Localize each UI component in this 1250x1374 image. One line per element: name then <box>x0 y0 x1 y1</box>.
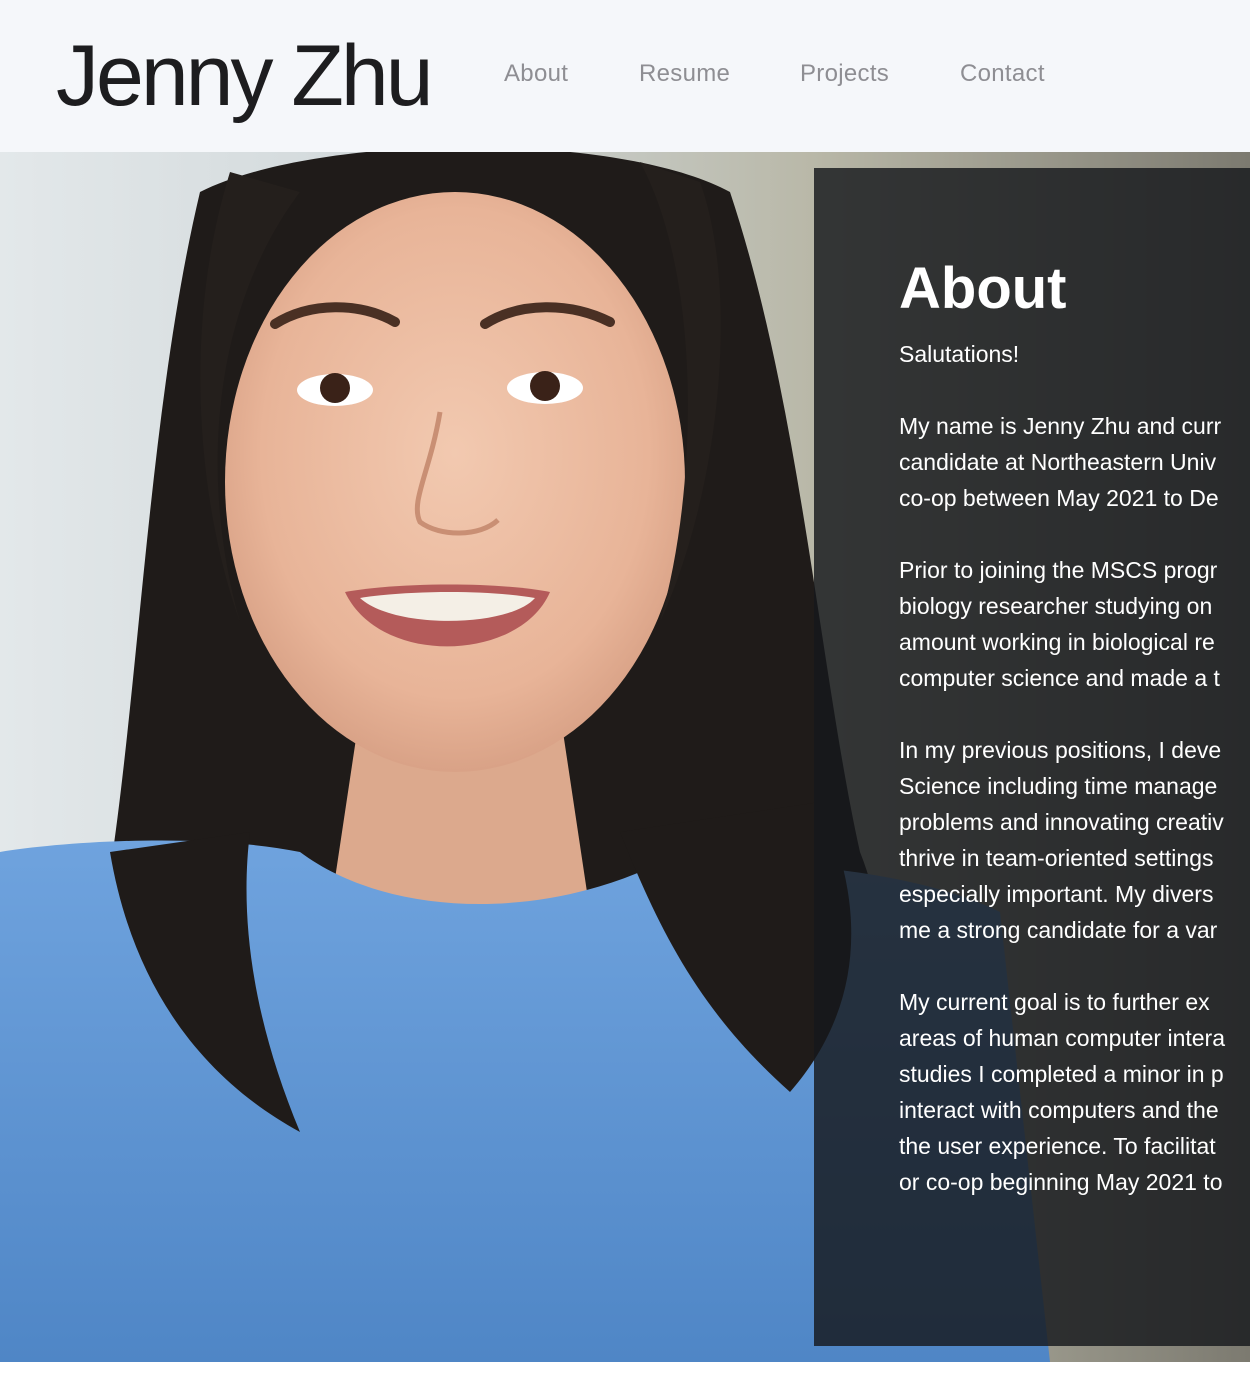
paragraph-line: My current goal is to further ex <box>899 989 1210 1015</box>
paragraph-line: candidate at Northeastern Univ <box>899 449 1217 475</box>
paragraph-line: studies I completed a minor in p <box>899 1061 1224 1087</box>
about-paragraph: My name is Jenny Zhu and curr candidate … <box>899 408 1221 516</box>
nav-resume-link[interactable]: Resume <box>639 58 730 90</box>
about-heading: About <box>899 256 1067 321</box>
about-paragraph: Prior to joining the MSCS progr biology … <box>899 552 1220 696</box>
paragraph-line: My name is Jenny Zhu and curr <box>899 413 1222 439</box>
paragraph-line: In my previous positions, I deve <box>899 737 1222 763</box>
paragraph-line: co-op between May 2021 to De <box>899 485 1219 511</box>
paragraph-line: computer science and made a t <box>899 665 1220 691</box>
paragraph-line: amount working in biological re <box>899 629 1215 655</box>
site-header: Jenny Zhu About Resume Projects Contact <box>0 0 1250 152</box>
nav-contact-link[interactable]: Contact <box>960 58 1045 90</box>
paragraph-line: biology researcher studying on <box>899 593 1213 619</box>
nav-about-link[interactable]: About <box>504 58 568 90</box>
paragraph-line: problems and innovating creativ <box>899 809 1224 835</box>
about-paragraph: My current goal is to further ex areas o… <box>899 984 1225 1200</box>
paragraph-line: me a strong candidate for a var <box>899 917 1218 943</box>
paragraph-line: especially important. My divers <box>899 881 1214 907</box>
paragraph-line: areas of human computer intera <box>899 1025 1226 1051</box>
paragraph-line: or co-op beginning May 2021 to <box>899 1169 1223 1195</box>
paragraph-line: thrive in team-oriented settings <box>899 845 1214 871</box>
paragraph-line: interact with computers and the <box>899 1097 1219 1123</box>
about-panel: About Salutations! My name is Jenny Zhu … <box>814 168 1250 1346</box>
site-title[interactable]: Jenny Zhu <box>56 28 434 124</box>
paragraph-line: Prior to joining the MSCS progr <box>899 557 1218 583</box>
paragraph-line: the user experience. To facilitat <box>899 1133 1216 1159</box>
paragraph-line: Science including time manage <box>899 773 1218 799</box>
nav-projects-link[interactable]: Projects <box>800 58 889 90</box>
about-paragraph: In my previous positions, I deve Science… <box>899 732 1224 948</box>
about-greeting: Salutations! <box>899 341 1020 367</box>
about-hero-section: About Salutations! My name is Jenny Zhu … <box>0 152 1250 1362</box>
